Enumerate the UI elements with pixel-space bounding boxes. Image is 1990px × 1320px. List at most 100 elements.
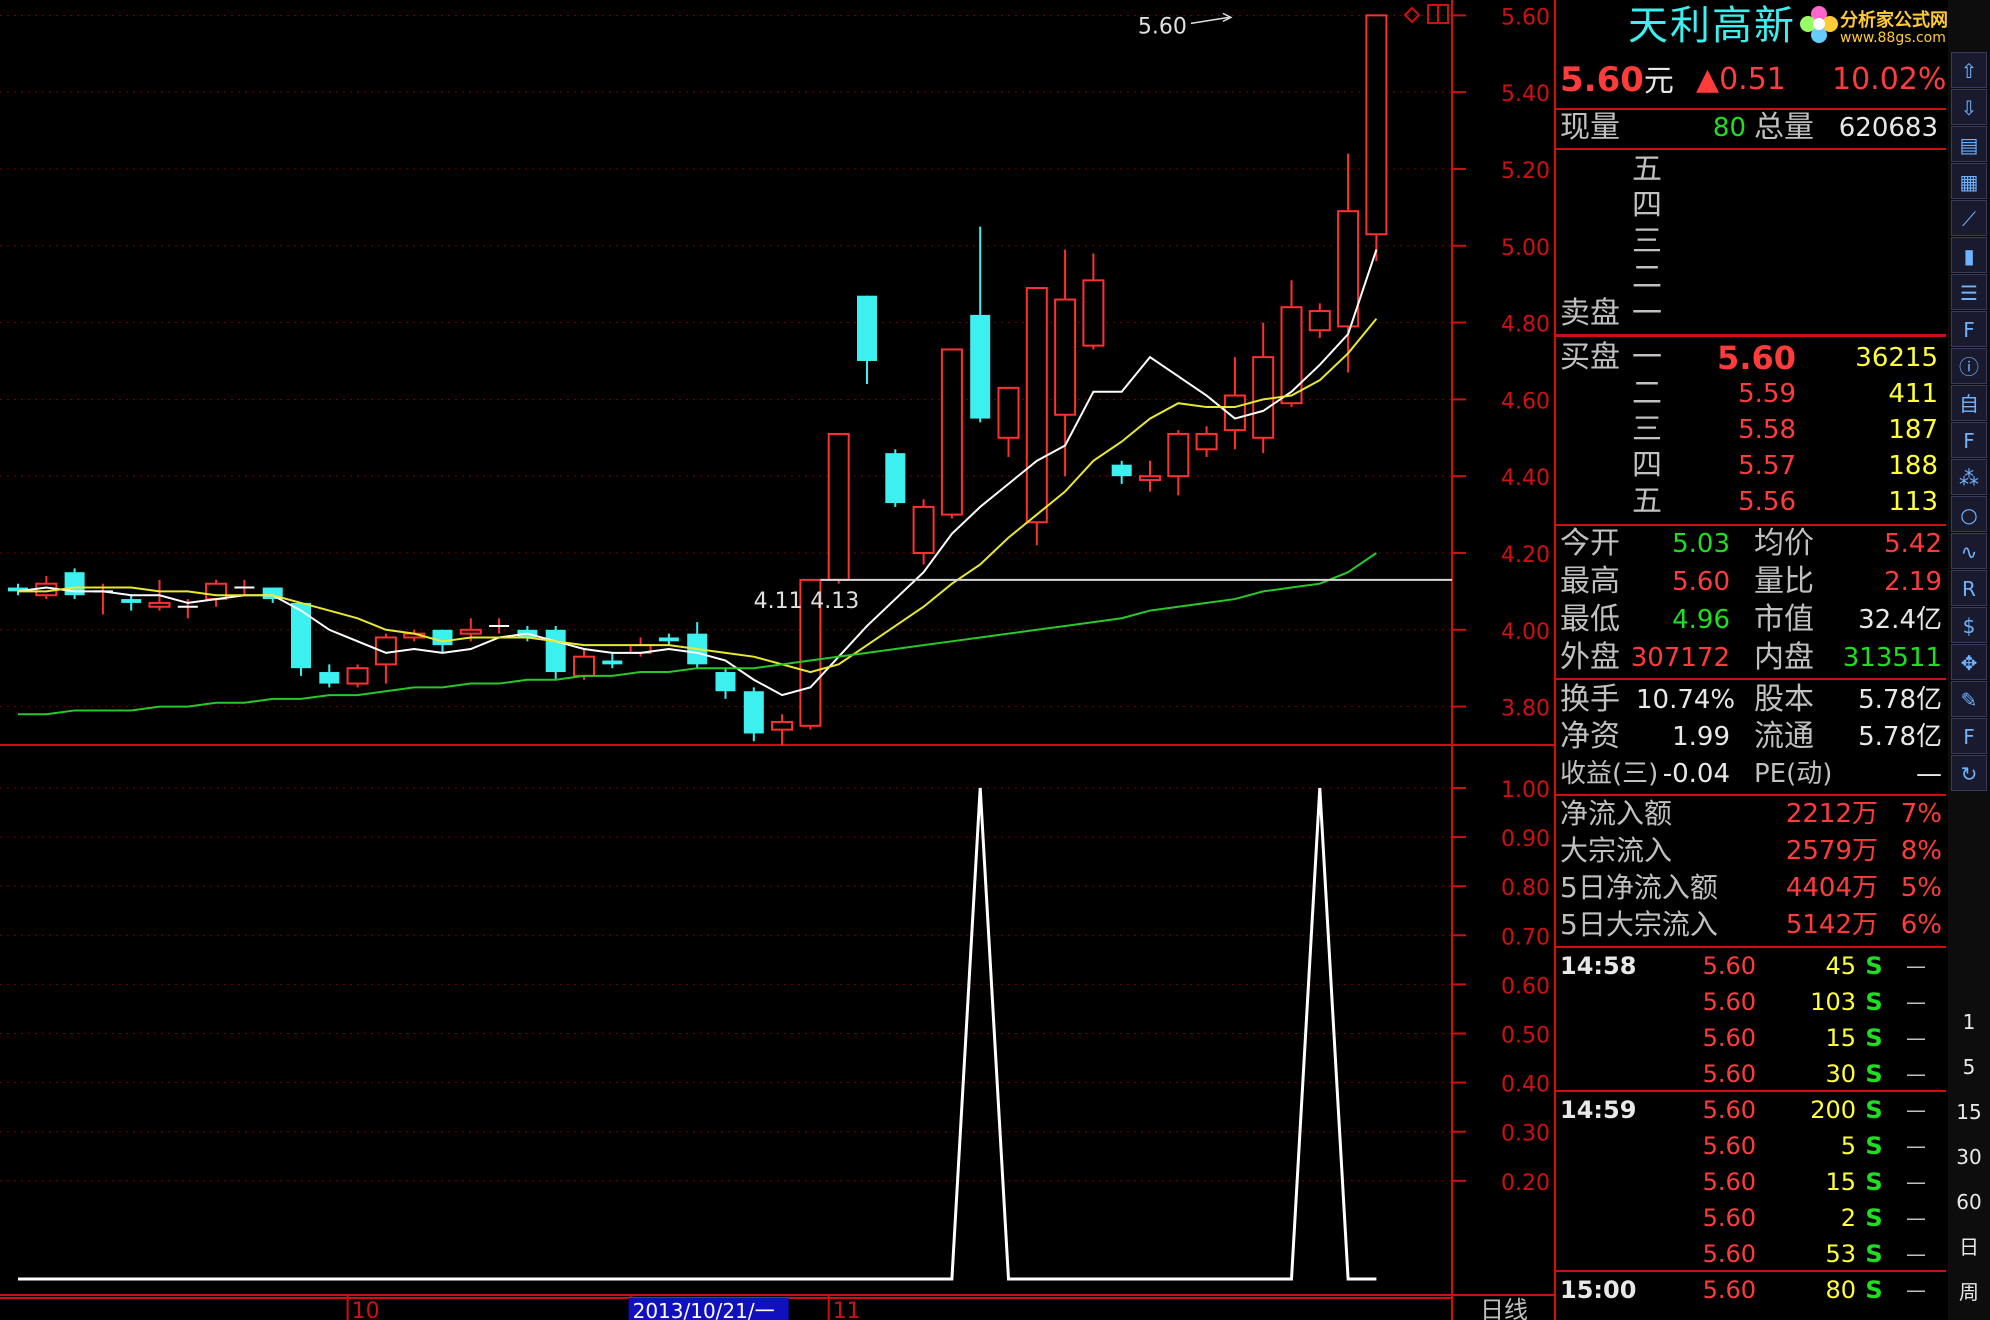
candle-body [121,599,142,603]
fund-value: — [1916,759,1942,789]
tick-row[interactable]: 5.60 53 S — [1556,1236,1946,1272]
price-change: ▲0.51 [1696,62,1786,97]
move-icon[interactable]: ✥ [1951,644,1987,680]
candle-body [1054,298,1077,416]
timeframe-button[interactable]: 60 [1951,1184,1987,1220]
candle [827,432,850,584]
candle [1025,287,1048,546]
tick-row[interactable]: 5.60 5 S — [1556,1128,1946,1164]
self-select-icon[interactable]: 自 [1951,385,1987,421]
tick-row[interactable]: 5.60 30 S — [1556,1056,1946,1092]
candle [1252,322,1275,454]
tick-price: 5.60 [1702,1204,1756,1232]
candle-icon[interactable]: ▮ [1951,237,1987,273]
refresh-icon[interactable]: ↻ [1951,755,1987,791]
price-tick-label: 4.20 [1501,543,1550,568]
brand-name: 分析家公式网 [1840,10,1948,31]
candle-body [1280,306,1303,405]
candle-body [885,453,906,504]
up-arrow-icon[interactable]: ⇧ [1951,52,1987,88]
candle [64,568,85,600]
price-tick-label: 4.00 [1501,620,1550,645]
timeframe-button[interactable]: 30 [1951,1139,1987,1175]
price-tick-label: 5.20 [1501,159,1550,184]
tick-flag: — [1906,1242,1926,1266]
date-axis: 10 2013/10/21/一 11 日线 [0,1296,1528,1320]
flow-pct: 7% [1900,799,1942,829]
flow-label: 净流入额 [1560,797,1673,830]
tick-row[interactable]: 5.60 15 S — [1556,1164,1946,1200]
flow-label: 5日大宗流入 [1560,908,1718,941]
brand-logo: 分析家公式网 www.88gs.com [1796,2,1948,50]
fund-label: 流通 [1754,719,1814,754]
f5-icon[interactable]: F [1951,718,1987,754]
tick-volume: 15 [1825,1168,1856,1196]
sell-label: 卖盘 [1560,296,1620,331]
timeframe-button[interactable]: 15 [1951,1094,1987,1130]
stat-value: 5.03 [1672,529,1730,559]
report-icon[interactable]: ▤ [1951,126,1987,162]
money-icon[interactable]: $ [1951,607,1987,643]
list-icon[interactable]: ☰ [1951,274,1987,310]
flow-value: 4404万 [1785,873,1878,903]
candle [771,714,794,745]
chart-area[interactable]: 5.60 4.11 4.13 5.60 5.40 5.20 5.00 4.80 4.60 4.4… [0,0,1556,1320]
tick-flag: — [1906,1278,1926,1302]
candle [970,226,991,423]
candle [885,449,906,507]
tick-row[interactable]: 14:59 5.60 200 S — [1556,1092,1946,1128]
total-volume: 620683 [1838,113,1938,143]
current-volume: 80 [1712,113,1746,143]
tick-time: 14:58 [1560,952,1637,980]
timeframe-button[interactable]: 1 [1951,1004,1987,1040]
stat-label: 市值 [1754,602,1814,637]
candle-body [940,348,963,516]
circle-icon[interactable]: ○ [1951,496,1987,532]
price-tick-label: 4.40 [1501,466,1550,491]
tick-row[interactable]: 5.60 2 S — [1556,1200,1946,1236]
fund-value: 5.78亿 [1858,722,1942,752]
chart-annotations: 5.60 4.11 4.13 [754,12,1233,614]
down-arrow-icon[interactable]: ⇩ [1951,89,1987,125]
price-tick-label: 5.40 [1501,82,1550,107]
candle-body [1365,14,1388,236]
sell-level-label: 五 [1632,152,1662,187]
grid-icon[interactable]: ▦ [1951,163,1987,199]
chart-70-icon[interactable]: ⁂ [1951,459,1987,495]
tick-row[interactable]: 5.60 103 S — [1556,984,1946,1020]
timeframe-button[interactable]: 5 [1951,1049,1987,1085]
wave-icon[interactable]: ∿ [1951,533,1987,569]
indicator-tick-label: 1.00 [1501,778,1550,803]
price-tick-label: 4.60 [1501,389,1550,414]
info-icon[interactable]: ⓘ [1951,348,1987,384]
sell-level-label: 四 [1632,188,1662,223]
price-axis: 5.60 5.40 5.20 5.00 4.80 4.60 4.40 4.20 4.00 3.80… [1452,5,1550,1196]
fund-value: -0.04 [1662,759,1730,789]
line-chart-icon[interactable]: ⟋ [1951,200,1987,236]
indicator-tick-label: 0.40 [1501,1073,1550,1098]
timeframe-button[interactable]: 周 [1951,1274,1987,1310]
candle [997,386,1020,457]
flow-pct: 5% [1900,873,1942,903]
chart-window-controls[interactable] [1403,4,1449,24]
candle [346,664,369,688]
rsi-icon[interactable]: R [1951,570,1987,606]
candle [1280,280,1303,408]
candle-body [970,314,991,419]
pencil-icon[interactable]: ✎ [1951,681,1987,717]
tick-row[interactable]: 14:58 5.60 45 S — [1556,948,1946,984]
flow-label: 大宗流入 [1560,834,1673,867]
tick-row[interactable]: 15:00 5.60 80 S — [1556,1272,1946,1308]
tick-row[interactable]: 5.60 15 S — [1556,1020,1946,1056]
buy-volume: 187 [1888,415,1938,445]
buy-level-label: 四 [1632,448,1662,483]
f10-icon[interactable]: F [1951,311,1987,347]
candle-body [827,432,850,581]
candle-body [1167,432,1190,478]
indicator-tick-label: 0.90 [1501,827,1550,852]
period-label[interactable]: 日线 [1480,1296,1528,1320]
candle-body [1337,210,1360,328]
tick-volume: 2 [1840,1204,1856,1232]
timeframe-button[interactable]: 日 [1951,1229,1987,1265]
f2-icon[interactable]: F [1951,422,1987,458]
